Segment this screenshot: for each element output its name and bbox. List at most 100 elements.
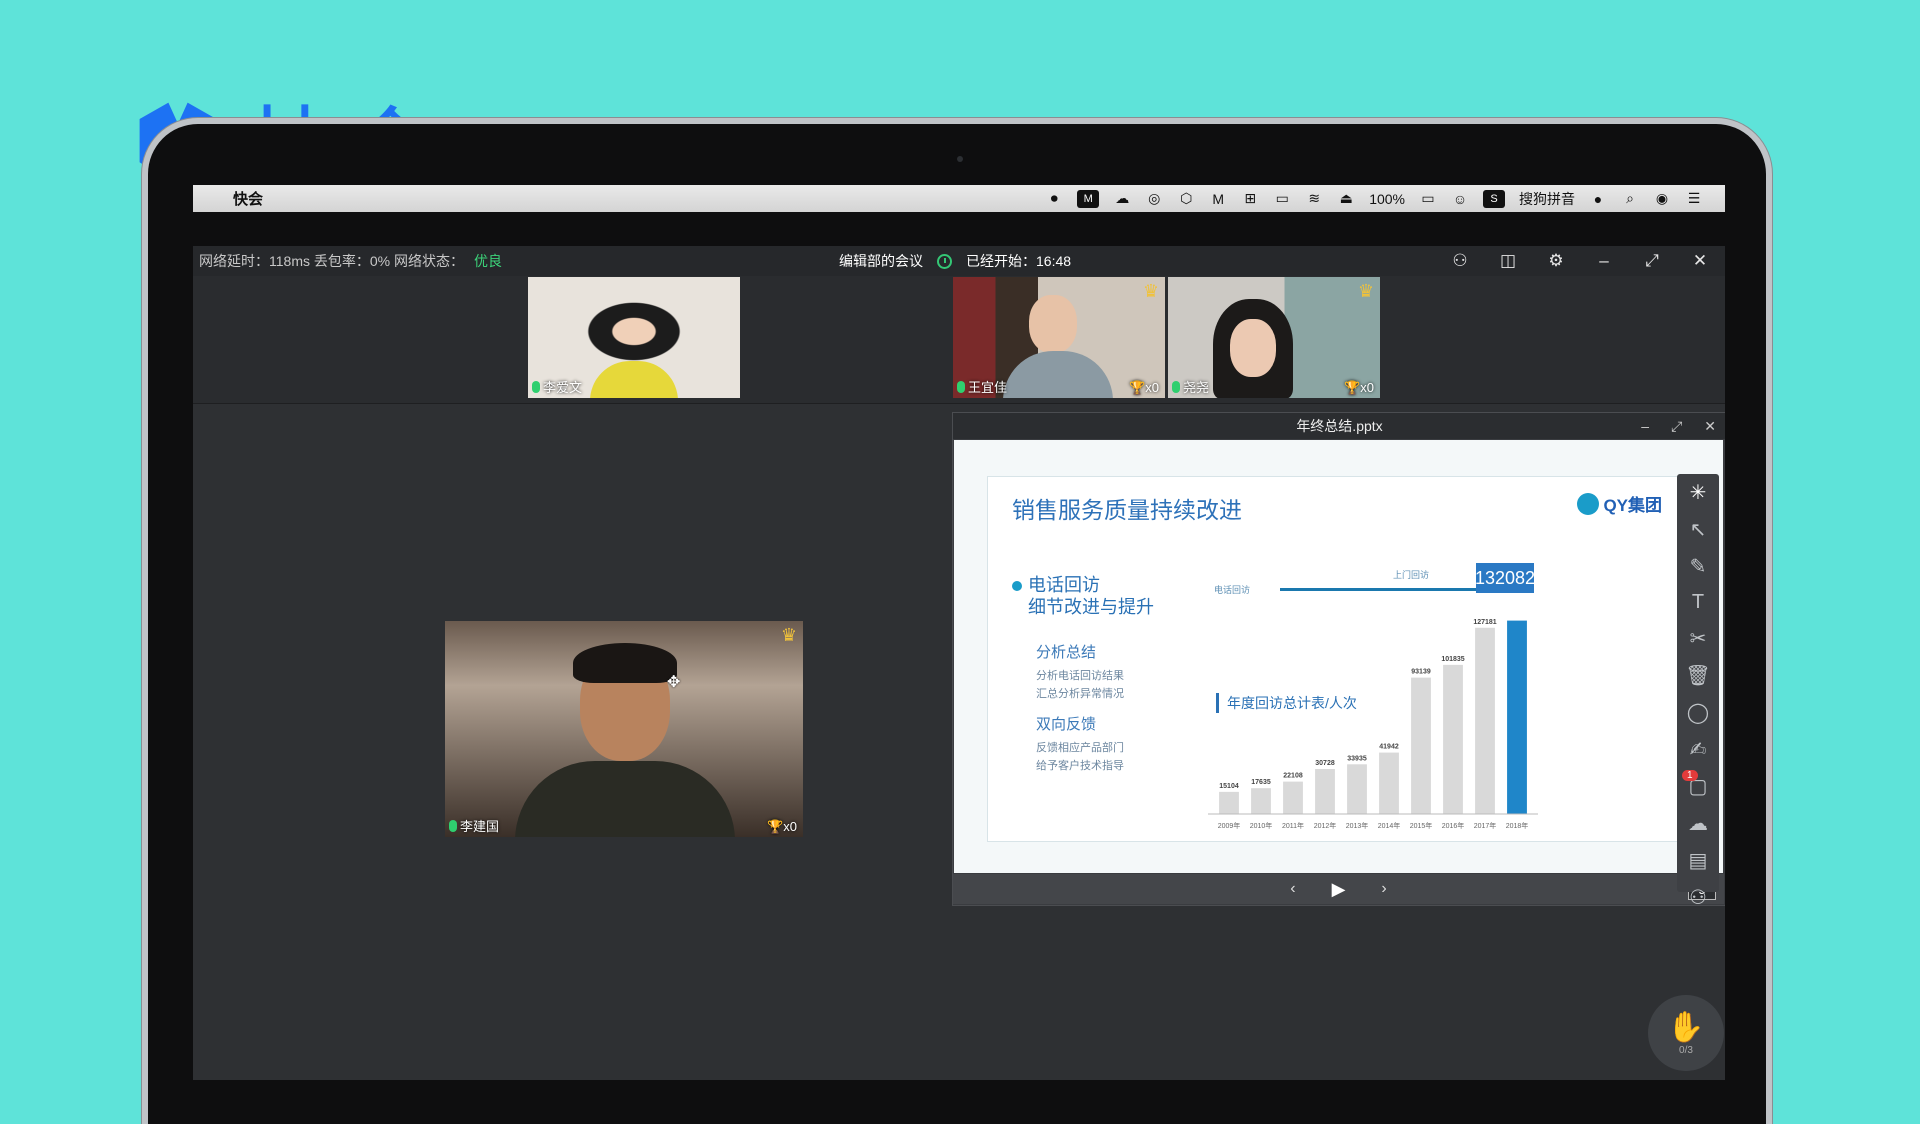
grid-icon[interactable]: ⊞ [1241,190,1259,208]
clock-icon [937,253,952,269]
chart-data-label: 15104 [1219,783,1239,790]
item2-line: 反馈相应产品部门 [1036,742,1124,754]
participant-name-tag: 李建国 [449,816,499,835]
cloud-icon[interactable]: ☁ [1113,190,1131,208]
participant-video-3[interactable]: ♛ 尧尧 🏆x0 [1168,277,1380,398]
section-subtitle: 细节改进与提升 [1028,597,1154,617]
hand-raise-count: 0/3 [1679,1045,1693,1056]
participant-video-1[interactable]: 李爱文 [528,277,740,398]
bullet-icon [1012,581,1022,591]
face-icon[interactable]: ☺ [1451,190,1469,208]
chart-bar [1411,677,1431,814]
section-title: 电话回访 [1028,575,1100,595]
item1-body: 分析电话回访结果 汇总分析异常情况 [1036,667,1124,703]
close-icon[interactable]: ✕ [1704,418,1716,435]
hexagon-icon[interactable]: ⬡ [1177,190,1195,208]
trophy-count: 🏆x0 [767,819,797,835]
chart-x-tick-label: 2011年 [1282,821,1304,830]
chart-x-tick-label: 2016年 [1442,821,1465,830]
hand-icon: ✋ [1667,1011,1705,1044]
meeting-elapsed: 已经开始：16:48 [966,253,1072,269]
shape-icon[interactable]: ◯ [1684,700,1712,725]
annotation-toolbar: ✳ ↖ ✎ T ✂ 🗑 ◯ ✍ 1 ▢ ☁ ▤ ⚇ [1677,474,1719,909]
record-icon[interactable]: ⏺ [1045,190,1063,208]
trophy-count: 🏆x0 [1129,380,1159,396]
chart-x-tick-label: 2018年 [1506,821,1529,830]
item2-title: 双向反馈 [1036,716,1097,733]
chart-x-tick-label: 2012年 [1314,821,1337,830]
trash-icon[interactable]: 🗑 [1684,663,1712,688]
settings-gear-icon[interactable]: ⚙ [1545,251,1567,271]
network-status: 优良 [474,253,502,269]
prev-slide-icon[interactable]: ‹ [1290,880,1295,898]
screen: 快会 ⏺ M ☁ ◎ ⬡ M ⊞ ▭ ≋ ⏏ 100% ▭ ☺ S 搜狗拼音 ●… [193,185,1725,1080]
cloud-icon[interactable]: ☁ [1684,811,1712,836]
chart-data-label: 22108 [1283,773,1303,780]
chart-bar [1507,620,1527,814]
menubar-app-name[interactable]: 快会 [233,188,263,209]
unread-badge: 1 [1682,770,1698,781]
network-info: 网络延时：118ms 丢包率：0% 网络状态： 优良 [199,251,502,271]
siri-icon[interactable]: ◉ [1653,190,1671,208]
chart-x-tick-label: 2015年 [1410,821,1433,830]
layout-icon[interactable]: ◫ [1497,251,1519,271]
airplay-icon[interactable]: ▭ [1273,190,1291,208]
pen-icon[interactable]: ✎ [1684,554,1712,579]
mac-menubar: 快会 ⏺ M ☁ ◎ ⬡ M ⊞ ▭ ≋ ⏏ 100% ▭ ☺ S 搜狗拼音 ●… [193,185,1725,212]
play-icon[interactable]: ▶ [1332,879,1346,900]
battery-icon[interactable]: ▭ [1419,190,1437,208]
trophy-count: 🏆x0 [1344,380,1374,396]
host-crown-icon: ♛ [780,625,797,645]
chart-bar [1283,781,1303,814]
presentation-titlebar[interactable]: 年终总结.pptx – ⤢ ✕ [953,413,1725,439]
people-icon[interactable]: ⚇ [1684,885,1712,910]
chart-data-label: 17635 [1251,779,1271,786]
main-speaker-video[interactable]: ♛ 李建国 🏆x0 [445,621,803,837]
participant-name-tag: 王宜佳 [957,377,1007,396]
chart-x-tick-label: 2009年 [1218,821,1241,830]
sogou-icon[interactable]: S [1483,189,1505,208]
notification-center-icon[interactable]: ☰ [1685,190,1703,208]
note-edit-icon[interactable]: ✍ [1684,737,1712,762]
next-slide-icon[interactable]: › [1381,880,1386,898]
participants-icon[interactable]: ⚇ [1449,251,1471,271]
meeting-info: 编辑部的会议 已经开始：16:48 [839,246,1071,276]
input-method-label[interactable]: 搜狗拼音 [1519,189,1575,209]
move-cursor-icon: ✥ [667,674,681,691]
mic-icon [1172,380,1180,393]
toolbox-icon[interactable]: ▤ [1684,848,1712,873]
participant-thumbnails: 李爱文 ♛ 王宜佳 🏆x0 ♛ 尧尧 🏆x0 [193,276,1725,404]
eject-icon[interactable]: ⏏ [1337,190,1355,208]
screen-gap [193,212,1725,246]
chart-bar [1315,769,1335,814]
participant-video-2[interactable]: ♛ 王宜佳 🏆x0 [953,277,1165,398]
user-icon[interactable]: ● [1589,190,1607,208]
spotlight-search-icon[interactable]: ⌕ [1621,190,1639,208]
close-icon[interactable]: ✕ [1689,251,1711,271]
section-heading: 电话回访 细节改进与提升 [1012,574,1154,618]
host-crown-icon: ♛ [1142,281,1159,301]
kuaihui-tray-icon[interactable]: M [1077,189,1100,208]
chart-bar [1251,788,1271,814]
minimize-icon[interactable]: – [1593,251,1615,271]
item1-line: 分析电话回访结果 [1036,670,1124,682]
expand-icon[interactable]: ⤢ [1671,418,1682,435]
minimize-icon[interactable]: – [1641,418,1649,434]
trophy-icon: 🏆 [767,819,784,834]
battery-percent: 100% [1369,190,1405,207]
select-move-icon[interactable]: ↖ [1684,517,1712,542]
fullscreen-icon[interactable]: ⤢ [1641,251,1663,271]
participant-name: 王宜佳 [968,380,1008,395]
scissors-icon[interactable]: ✂ [1684,626,1712,651]
brand-logo-icon [1577,492,1600,515]
chat-icon[interactable]: 1 ▢ [1682,770,1712,799]
bar-chart: 15104 2009年 17635 2010年 22108 2011年 30728 2012年… [1208,619,1538,830]
participant-name-tag: 尧尧 [1172,377,1209,396]
creative-cloud-icon[interactable]: ◎ [1145,190,1163,208]
wifi-icon[interactable]: ≋ [1305,190,1323,208]
text-icon[interactable]: T [1684,591,1712,614]
presentation-filename: 年终总结.pptx [1296,418,1383,434]
raise-hand-button[interactable]: ✋ 0/3 [1648,995,1724,1071]
laser-pointer-icon[interactable]: ✳ [1684,480,1712,505]
m-app-icon[interactable]: M [1209,190,1227,208]
